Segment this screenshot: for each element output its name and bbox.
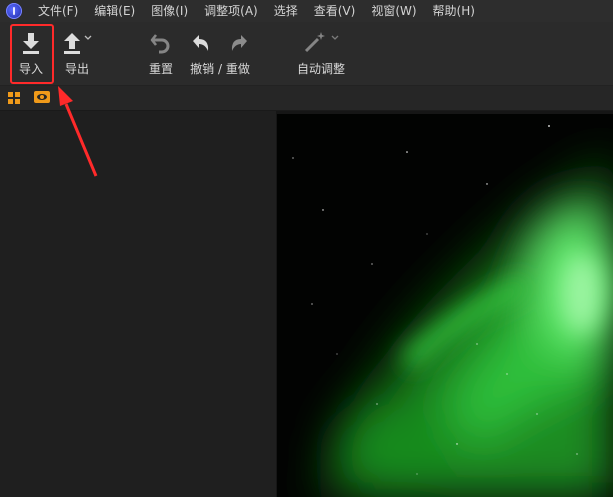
panel-header-bar [0, 86, 613, 111]
app-logo-icon[interactable] [6, 3, 22, 19]
auto-adjust-label: 自动调整 [297, 62, 346, 76]
export-label: 导出 [64, 62, 89, 76]
undo-icon[interactable] [190, 32, 212, 54]
menu-adjustments[interactable]: 调整项(A) [196, 0, 266, 22]
upload-icon [62, 28, 92, 54]
redo-icon[interactable] [228, 32, 250, 54]
undo-redo-label: 撤销 / 重做 [190, 62, 250, 76]
chevron-down-icon [331, 35, 339, 40]
reset-icon [150, 28, 172, 54]
app-window: 文件(F) 编辑(E) 图像(I) 调整项(A) 选择 查看(V) 视窗(W) … [0, 0, 613, 497]
menu-window[interactable]: 视窗(W) [363, 0, 424, 22]
menu-edit[interactable]: 编辑(E) [86, 0, 143, 22]
canvas-area[interactable] [276, 111, 613, 497]
undo-redo-group: 撤销 / 重做 [190, 28, 250, 80]
auto-adjust-button[interactable]: 自动调整 [297, 28, 345, 80]
toolbar: 导入 导出 重置 撤销 / 重做 自动调整 [0, 22, 613, 86]
menu-help[interactable]: 帮助(H) [425, 0, 483, 22]
eye-icon[interactable] [34, 91, 50, 103]
chevron-down-icon [84, 35, 92, 40]
menu-select[interactable]: 选择 [266, 0, 306, 22]
menu-bar: 文件(F) 编辑(E) 图像(I) 调整项(A) 选择 查看(V) 视窗(W) … [0, 0, 613, 22]
menu-file[interactable]: 文件(F) [30, 0, 86, 22]
reset-button[interactable]: 重置 [149, 28, 173, 80]
export-button[interactable]: 导出 [62, 28, 92, 80]
menu-view[interactable]: 查看(V) [306, 0, 364, 22]
grid-icon[interactable] [8, 92, 20, 104]
reset-label: 重置 [149, 62, 174, 76]
magic-wand-icon [303, 28, 339, 54]
left-panel [0, 111, 276, 497]
import-highlight-box [10, 24, 54, 84]
menu-image[interactable]: 图像(I) [143, 0, 196, 22]
aurora-image [277, 114, 613, 497]
